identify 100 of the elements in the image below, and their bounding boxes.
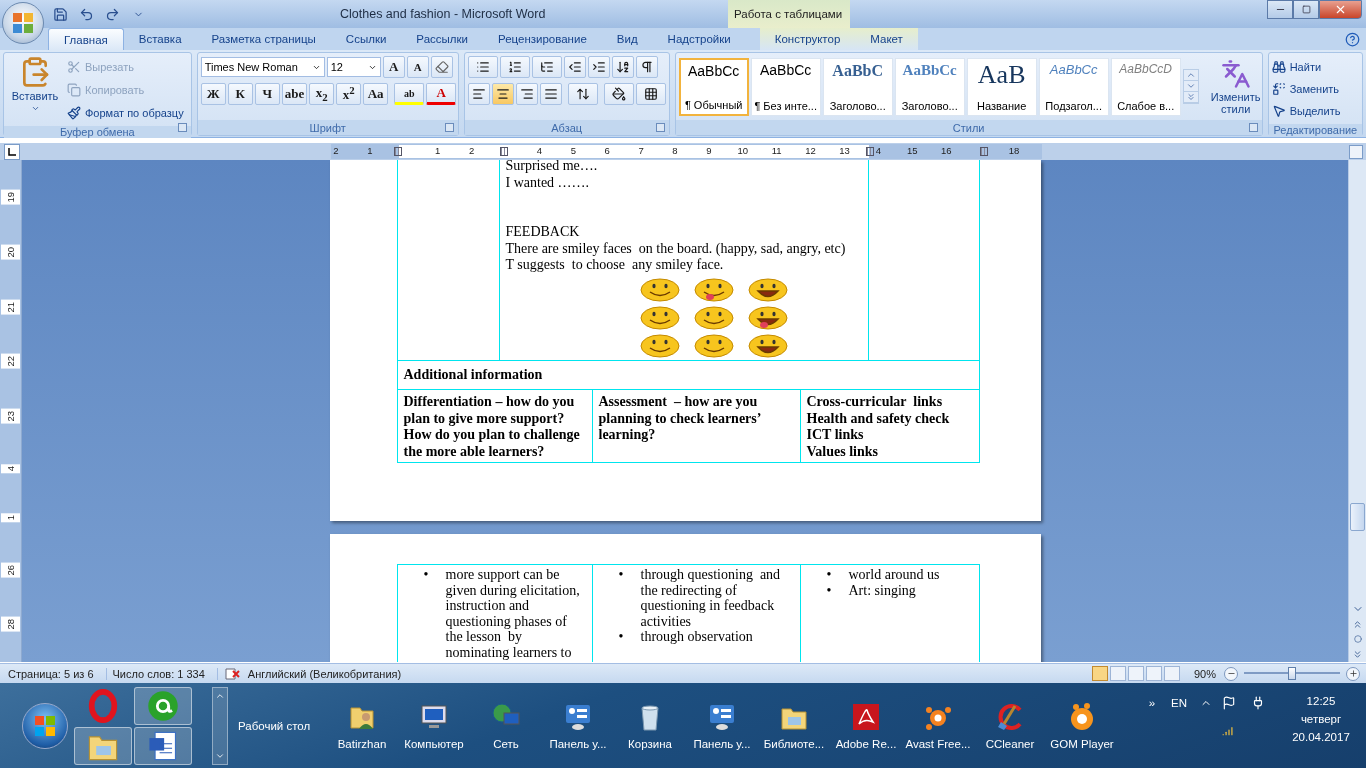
grow-font-button[interactable]: A: [382, 56, 405, 78]
align-button[interactable]: [515, 83, 538, 105]
start-button[interactable]: [22, 702, 68, 749]
style-item[interactable]: AaBbCc ¶ Без инте...: [750, 57, 821, 116]
column-marker[interactable]: [394, 147, 402, 156]
maximize-button[interactable]: [1293, 0, 1319, 19]
quick-launch-button[interactable]: [74, 726, 132, 765]
borders-button[interactable]: [635, 83, 666, 105]
format-button[interactable]: Ч: [254, 83, 280, 105]
ribbon-tab[interactable]: Макет: [855, 28, 918, 50]
style-item[interactable]: AaBbCc ¶ Обычный: [678, 57, 749, 116]
format-button[interactable]: x$_{2}$: [309, 83, 335, 105]
style-item[interactable]: AaBbC Заголово...: [822, 57, 893, 116]
quick-launch-button[interactable]: [134, 726, 192, 765]
line-spacing-button[interactable]: [567, 83, 598, 105]
style-item[interactable]: AaBbCc Подзагол...: [1038, 57, 1109, 116]
style-item[interactable]: AaBbCcD Слабое в...: [1110, 57, 1181, 116]
toolbar-chevron[interactable]: »: [1140, 696, 1164, 709]
word-count[interactable]: Число слов: 1 334: [112, 667, 218, 680]
tab-selector[interactable]: [4, 143, 20, 160]
view-button[interactable]: [1091, 666, 1108, 681]
format-button[interactable]: Aa: [363, 83, 389, 105]
dialog-launcher-icon[interactable]: [177, 123, 187, 132]
shading-button[interactable]: [603, 83, 634, 105]
chevron-up-icon: [1185, 70, 1196, 80]
column-marker[interactable]: [500, 147, 508, 156]
align-button[interactable]: [491, 83, 514, 105]
decrease-indent-button[interactable]: [563, 56, 586, 78]
clipboard-button[interactable]: Формат по образцу: [67, 102, 184, 123]
maximize-icon: [1301, 5, 1311, 14]
dialog-launcher-icon[interactable]: [655, 123, 665, 132]
editing-button[interactable]: Найти: [1271, 56, 1341, 77]
column-marker[interactable]: [980, 147, 988, 156]
page-count[interactable]: Страница: 5 из 6: [8, 667, 107, 680]
show-marks-button[interactable]: [635, 56, 658, 78]
minimize-button[interactable]: [1267, 0, 1293, 19]
desktop-shortcut[interactable]: Adobe Re...: [830, 701, 902, 750]
ribbon-tab[interactable]: Рассылки: [401, 28, 483, 50]
desktop-shortcut[interactable]: Компьютер: [398, 701, 470, 750]
format-button[interactable]: x$^{2}$: [336, 83, 362, 105]
font-name-field[interactable]: Times New Roman: [200, 57, 325, 77]
increase-indent-button[interactable]: [587, 56, 610, 78]
ruler-toggle-button[interactable]: [1349, 144, 1363, 159]
close-button[interactable]: [1319, 0, 1362, 19]
language-indicator[interactable]: EN: [1164, 696, 1194, 709]
editing-button[interactable]: Заменить: [1271, 78, 1341, 99]
zoom-level[interactable]: 90%: [1193, 667, 1216, 680]
ribbon-tab[interactable]: Конструктор: [759, 28, 856, 50]
ribbon-tab[interactable]: Ссылки: [330, 28, 402, 50]
format-button[interactable]: К: [227, 83, 253, 105]
language-label[interactable]: Английский (Великобритания): [247, 667, 414, 680]
dialog-launcher-icon[interactable]: [1248, 123, 1258, 132]
ribbon-tab[interactable]: Вид: [601, 28, 653, 50]
desktop-shortcut[interactable]: CCleaner: [974, 701, 1046, 750]
office-button[interactable]: [2, 2, 44, 44]
bullet-text: Art: singing: [848, 582, 916, 598]
desktop-shortcut[interactable]: Панель у...: [542, 701, 614, 750]
ribbon-tab[interactable]: Главная: [48, 28, 124, 50]
ribbon-tab[interactable]: Вставка: [123, 28, 197, 50]
align-button[interactable]: [539, 83, 562, 105]
ribbon-tab[interactable]: Надстройки: [652, 28, 746, 50]
desktop-shortcut[interactable]: Сеть: [470, 701, 542, 750]
desktop-shortcut[interactable]: Библиоте...: [758, 701, 830, 750]
desktop-shortcut[interactable]: GOM Player: [1046, 701, 1118, 750]
numbering-button[interactable]: [499, 56, 530, 78]
ribbon-tab[interactable]: Разметка страницы: [196, 28, 331, 50]
bullets-button[interactable]: [467, 56, 498, 78]
zoom-out-button[interactable]: [1224, 666, 1238, 681]
clock[interactable]: 12:25 четверг 20.04.2017: [1276, 689, 1366, 743]
scroll-thumb[interactable]: [1350, 503, 1365, 532]
zoom-in-button[interactable]: [1346, 666, 1360, 681]
style-item[interactable]: AaB Название: [966, 57, 1037, 116]
quick-launch-button[interactable]: [134, 686, 192, 725]
column-marker[interactable]: [866, 147, 874, 156]
style-item[interactable]: AaBbCc Заголово...: [894, 57, 965, 116]
sort-button[interactable]: [611, 56, 634, 78]
zoom-thumb[interactable]: [1288, 667, 1296, 680]
align-left-icon: [471, 87, 486, 101]
paste-button[interactable]: Вставить: [7, 56, 63, 123]
font-size-field[interactable]: 12: [326, 57, 381, 77]
font-color-button[interactable]: A: [426, 83, 457, 105]
format-button[interactable]: Ж: [200, 83, 226, 105]
desktop-shortcut[interactable]: Batirzhan: [326, 701, 398, 750]
format-button[interactable]: abe: [281, 83, 308, 105]
desktop-shortcut[interactable]: Панель у...: [686, 701, 758, 750]
align-button[interactable]: [467, 83, 490, 105]
multilevel-list-button[interactable]: [531, 56, 562, 78]
shrink-font-button[interactable]: A: [406, 56, 429, 78]
help-button[interactable]: [1345, 31, 1360, 47]
change-styles-button[interactable]: Изменить стили: [1200, 58, 1271, 115]
clear-format-button[interactable]: [430, 56, 453, 78]
dialog-launcher-icon[interactable]: [444, 123, 454, 132]
proofing-icon[interactable]: [223, 666, 240, 681]
highlight-button[interactable]: ab: [394, 83, 425, 105]
ribbon-tab[interactable]: Рецензирование: [483, 28, 602, 50]
desktop-shortcut[interactable]: Avast Free...: [902, 701, 974, 750]
scroll-up-button[interactable]: [1183, 70, 1198, 81]
scrollbar[interactable]: [1348, 160, 1366, 662]
editing-button[interactable]: Выделить: [1271, 100, 1341, 121]
desktop-shortcut[interactable]: Корзина: [614, 701, 686, 750]
